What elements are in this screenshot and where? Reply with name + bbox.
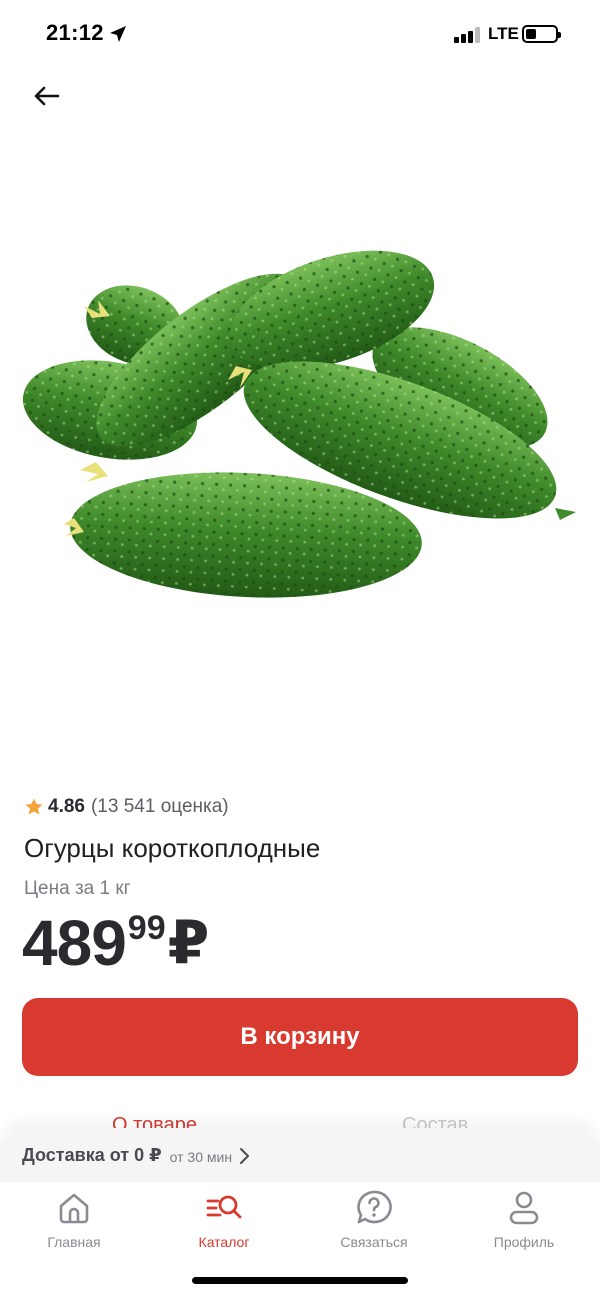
network-type: LTE	[488, 24, 519, 43]
bottom-tab-bar: Главная Каталог Связаться Профиль	[0, 1182, 600, 1260]
product-image	[22, 250, 576, 598]
nav-catalog[interactable]: Каталог	[164, 1188, 284, 1250]
delivery-banner[interactable]: Доставка от 0 ₽ от 30 мин	[0, 1128, 600, 1182]
arrow-left-icon	[34, 86, 60, 106]
question-bubble-icon	[357, 1190, 392, 1224]
location-arrow-icon	[110, 26, 126, 42]
nav-profile[interactable]: Профиль	[464, 1188, 584, 1250]
back-button[interactable]	[28, 80, 64, 112]
price-unit: Цена за 1 кг	[24, 878, 131, 899]
price-currency: ₽	[167, 909, 210, 976]
delivery-text: Доставка от 0 ₽	[22, 1144, 162, 1165]
product-price: 489 99 ₽	[22, 906, 209, 980]
rating-count[interactable]: (13 541 оценка)	[91, 796, 229, 818]
product-title: Огурцы короткоплодные	[24, 833, 321, 863]
price-main: 489	[22, 907, 127, 979]
nav-contact[interactable]: Связаться	[314, 1188, 434, 1250]
nav-contact-label: Связаться	[340, 1234, 408, 1250]
catalog-search-icon	[206, 1195, 242, 1219]
price-cents: 99	[127, 909, 166, 947]
nav-home-label: Главная	[47, 1234, 101, 1250]
delivery-time: от 30 мин	[169, 1148, 233, 1165]
battery-icon	[522, 25, 561, 43]
rating-value: 4.86	[48, 796, 85, 817]
add-to-cart-button[interactable]: В корзину	[22, 998, 578, 1076]
person-icon	[509, 1191, 539, 1225]
nav-home[interactable]: Главная	[14, 1188, 134, 1250]
signal-strength-icon	[454, 27, 480, 43]
bottom-sheet: Доставка от 0 ₽ от 30 мин Главная Катало…	[0, 1128, 600, 1297]
status-bar: 21:12 LTE	[0, 0, 600, 70]
nav-profile-label: Профиль	[493, 1234, 555, 1250]
product-rating: 4.86 (13 541 оценка)	[24, 796, 229, 818]
home-icon	[59, 1193, 89, 1224]
star-icon	[25, 798, 43, 815]
home-indicator	[192, 1277, 408, 1284]
nav-catalog-label: Каталог	[198, 1234, 250, 1250]
chevron-right-icon	[240, 1148, 250, 1164]
status-time: 21:12	[46, 20, 104, 45]
